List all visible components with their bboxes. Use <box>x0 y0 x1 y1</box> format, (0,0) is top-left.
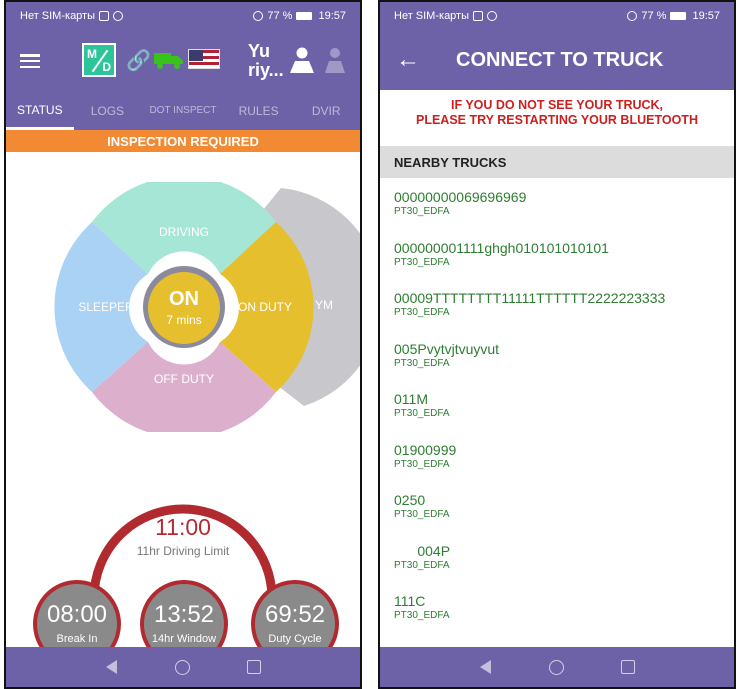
truck-item[interactable]: 00009TTTTTTTT11111TTTTTT2222223333 PT30_… <box>380 289 734 340</box>
app-header: MD 🔗 Yu riy... <box>6 30 360 92</box>
truck-item[interactable]: 01900999 PT30_EDFA <box>380 441 734 492</box>
status-duration: 7 mins <box>166 313 201 327</box>
mute-icon <box>627 11 638 21</box>
app-logo-icon: MD <box>82 43 116 77</box>
truck-device: PT30_EDFA <box>394 458 450 470</box>
driving-label: DRIVING <box>159 225 209 239</box>
user-name[interactable]: Yu riy... <box>248 42 284 80</box>
truck-name: 0250 <box>394 492 426 508</box>
truck-name: 00009TTTTTTTT11111TTTTTT2222223333 <box>394 290 666 306</box>
warning-line-1: IF YOU DO NOT SEE YOUR TRUCK, <box>450 98 664 112</box>
system-nav-bar <box>380 647 734 687</box>
truck-name: 01900999 <box>394 441 457 458</box>
nav-home-icon[interactable] <box>175 659 191 675</box>
status-bar: Нет SIM-карты 77 % 19:57 <box>6 2 360 30</box>
truck-item[interactable]: 000000001111ghgh010101010101 PT30_EDFA <box>380 239 734 290</box>
truck-name: 004P <box>394 542 451 559</box>
system-nav-bar <box>6 647 360 687</box>
driving-limit-label: 11hr Driving Limit <box>136 544 230 558</box>
truck-device: PT30_EDFA <box>394 256 450 268</box>
tab-bar: STATUS LOGS DOT INSPECT RULES DVIR <box>6 92 360 130</box>
driver-icon[interactable] <box>288 46 316 74</box>
menu-icon[interactable] <box>20 54 40 68</box>
tab-rules[interactable]: RULES <box>225 92 293 130</box>
break-label: Break In <box>56 633 98 645</box>
co-driver-icon[interactable] <box>324 46 346 74</box>
truck-name: 005Pvytvjtvuyvut <box>394 340 500 357</box>
truck-name: 011M <box>394 391 428 407</box>
truck-name: 00000000069696969 <box>394 189 527 205</box>
sim-icon <box>473 11 484 21</box>
clock-time: 19:57 <box>318 10 346 22</box>
battery-percent: 77 % <box>267 10 293 22</box>
tab-logs[interactable]: LOGS <box>74 92 142 130</box>
truck-connected-icon[interactable] <box>154 50 184 70</box>
status-screen: Нет SIM-карты 77 % 19:57 MD 🔗 Yu riy... <box>4 0 362 689</box>
truck-item[interactable]: 004P PT30_EDFA <box>380 542 734 593</box>
truck-name: 111C <box>394 593 426 609</box>
duty-status-wheel: DRIVING SLEEPER ON DUTY OFF DUTY YM ON 7… <box>54 182 360 432</box>
duty-cycle-time: 69:52 <box>264 601 326 628</box>
duty-cycle-label: Duty Cycle <box>268 633 322 645</box>
wifi-icon <box>113 11 124 21</box>
nav-recents-icon[interactable] <box>246 659 262 675</box>
carrier-label: Нет SIM-карты <box>394 10 470 22</box>
truck-list: 00000000069696969 PT30_EDFA 000000001111… <box>380 188 734 643</box>
nav-home-icon[interactable] <box>549 659 565 675</box>
bluetooth-warning: IF YOU DO NOT SEE YOUR TRUCK, PLEASE TRY… <box>380 98 734 128</box>
ym-label: YM <box>315 298 333 312</box>
tab-dot-inspect[interactable]: DOT INSPECT <box>141 92 225 130</box>
window-time: 13:52 <box>153 601 215 628</box>
battery-percent: 77 % <box>641 10 667 22</box>
carrier-label: Нет SIM-карты <box>20 10 96 22</box>
us-flag-icon[interactable] <box>188 49 220 69</box>
nearby-trucks-header: NEARBY TRUCKS <box>380 146 734 178</box>
window-label: 14hr Window <box>151 633 217 645</box>
truck-device: PT30_EDFA <box>394 559 450 571</box>
truck-name: 000000001111ghgh010101010101 <box>394 239 609 256</box>
nav-back-icon[interactable] <box>478 659 494 675</box>
on-duty-label: ON DUTY <box>238 300 292 314</box>
mute-icon <box>253 11 264 21</box>
page-title: CONNECT TO TRUCK <box>456 48 664 71</box>
current-status: ON <box>169 288 199 310</box>
battery-icon <box>296 12 313 20</box>
tab-status[interactable]: STATUS <box>6 92 74 130</box>
truck-item[interactable]: 111C PT30_EDFA <box>380 592 734 643</box>
wifi-icon <box>487 11 498 21</box>
truck-device: PT30_EDFA <box>394 357 450 369</box>
clock-time: 19:57 <box>692 10 720 22</box>
nav-back-icon[interactable] <box>104 659 120 675</box>
truck-device: PT30_EDFA <box>394 509 450 520</box>
truck-device: PT30_EDFA <box>394 408 450 419</box>
battery-icon <box>670 12 687 20</box>
driving-limit-time: 11:00 <box>155 514 211 540</box>
sleeper-label: SLEEPER <box>78 300 134 314</box>
warning-line-2: PLEASE TRY RESTARTING YOUR BLUETOOTH <box>416 113 698 127</box>
app-header: ← CONNECT TO TRUCK <box>380 30 734 90</box>
sim-icon <box>99 11 110 21</box>
link-icon[interactable]: 🔗 <box>126 50 151 72</box>
break-time: 08:00 <box>46 601 108 628</box>
truck-item[interactable]: 0250 PT30_EDFA <box>380 491 734 542</box>
truck-item[interactable]: 011M PT30_EDFA <box>380 390 734 441</box>
inspection-banner[interactable]: INSPECTION REQUIRED <box>6 130 360 152</box>
status-bar: Нет SIM-карты 77 % 19:57 <box>380 2 734 30</box>
truck-item[interactable]: 00000000069696969 PT30_EDFA <box>380 188 734 239</box>
truck-device: PT30_EDFA <box>394 307 450 318</box>
connect-screen: Нет SIM-карты 77 % 19:57 ← CONNECT TO TR… <box>378 0 736 689</box>
truck-item[interactable]: 005Pvytvjtvuyvut PT30_EDFA <box>380 340 734 391</box>
off-duty-label: OFF DUTY <box>154 372 214 386</box>
back-arrow-icon[interactable]: ← <box>396 46 436 74</box>
nav-recents-icon[interactable] <box>620 659 636 675</box>
truck-device: PT30_EDFA <box>394 610 450 621</box>
tab-dvir[interactable]: DVIR <box>292 92 360 130</box>
truck-device: PT30_EDFA <box>394 206 450 217</box>
